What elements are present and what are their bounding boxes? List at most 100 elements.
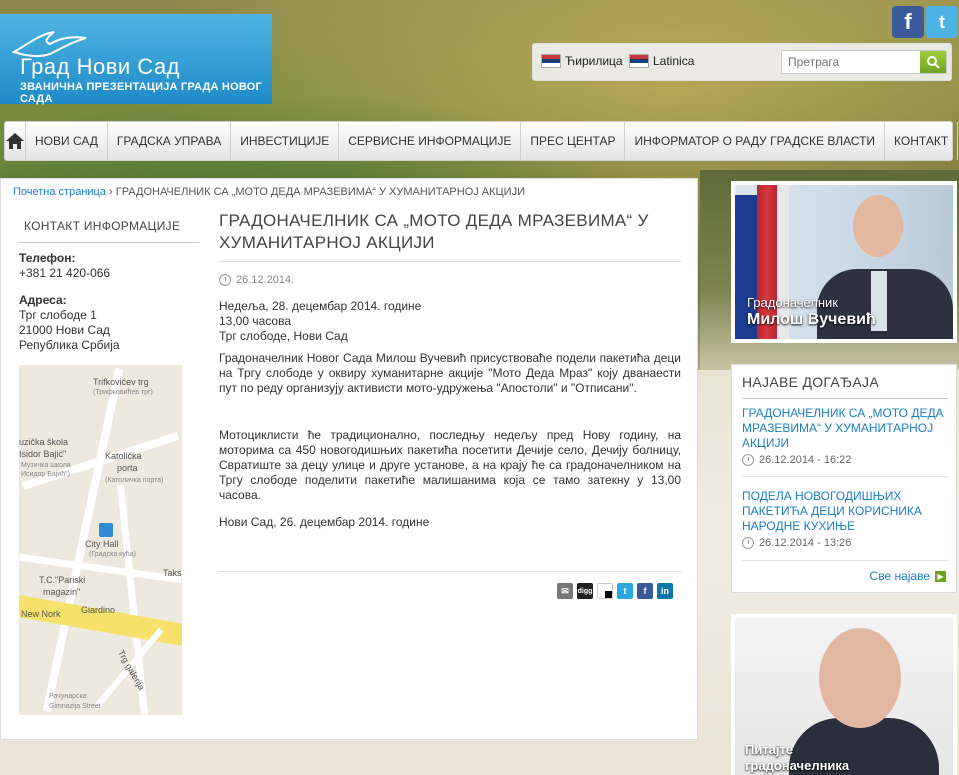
linkedin-share-icon[interactable]: in xyxy=(657,583,673,599)
article-paragraph: Градоначелник Новог Сада Милош Вучевић п… xyxy=(219,351,681,395)
map-main-road xyxy=(19,593,182,649)
event-date: 26.12.2014 - 13:26 xyxy=(742,537,851,549)
all-events-link[interactable]: Све најаве ▶ xyxy=(870,569,946,583)
map-label: uzička škola xyxy=(19,437,69,447)
lang-latin-link[interactable]: Latinica xyxy=(629,54,694,68)
all-events-label: Све најаве xyxy=(869,569,930,583)
city-hall-marker-icon[interactable] xyxy=(99,523,113,537)
phone-label: Телефон: xyxy=(19,251,76,265)
clock-icon xyxy=(742,454,754,466)
mayor-role: Градоначелник xyxy=(747,295,838,310)
event-time-line: 13,00 часова xyxy=(219,314,292,328)
delicious-icon[interactable] xyxy=(597,583,613,599)
search-icon xyxy=(927,56,940,69)
location-map[interactable]: Trifkovićev trg (Трифковићев трг) uzička… xyxy=(19,365,182,715)
map-label: City Hall xyxy=(85,539,119,549)
search-input[interactable] xyxy=(782,51,918,73)
mayor-card[interactable]: Градоначелник Милош Вучевић xyxy=(731,181,957,343)
facebook-icon[interactable]: f xyxy=(892,6,924,38)
map-label: Katolička xyxy=(105,451,142,461)
event-date-value: 26.12.2014 - 13:26 xyxy=(759,537,852,549)
contact-phone: Телефон: +381 21 420-066 xyxy=(19,251,110,281)
article-title: ГРАДОНАЧЕЛНИК СА „МОТО ДЕДА МРАЗЕВИМА“ У… xyxy=(219,211,649,252)
lang-cyrillic-label: Ћирилица xyxy=(565,54,623,68)
social-links: f t xyxy=(892,6,958,38)
nav-servisne-informacije[interactable]: СЕРВИСНЕ ИНФОРМАЦИЈЕ xyxy=(339,122,522,160)
nav-novi-sad[interactable]: НОВИ САД xyxy=(26,122,108,160)
contact-address: Адреса: Трг слободе 1 21000 Нови Сад Реп… xyxy=(19,293,120,353)
logo-title: Град Нови Сад xyxy=(20,54,181,79)
ask-line2: градоначелника xyxy=(745,758,850,773)
event-date-value: 26.12.2014 - 16:22 xyxy=(759,454,852,466)
address-label: Адреса: xyxy=(19,293,67,307)
divider xyxy=(742,560,948,561)
site-logo[interactable]: Град Нови Сад ЗВАНИЧНА ПРЕЗЕНТАЦИЈА ГРАД… xyxy=(0,14,272,105)
map-label: (Градска кућа) xyxy=(89,551,136,558)
main-content: Почетна страница › ГРАДОНАЧЕЛНИК СА „МОТ… xyxy=(0,178,698,740)
facebook-share-icon[interactable]: f xyxy=(637,583,653,599)
events-heading: НАЈАВЕ ДОГАЂАЈА xyxy=(742,374,948,399)
contact-heading: КОНТАКТ ИНФОРМАЦИЈЕ xyxy=(19,216,199,243)
share-bar: ✉ digg t f in xyxy=(557,583,673,599)
search-button[interactable] xyxy=(920,51,946,73)
serbian-flag-icon xyxy=(629,54,649,68)
serbian-flag-icon xyxy=(541,54,561,68)
nav-gradska-uprava[interactable]: ГРАДСКА УПРАВА xyxy=(108,122,232,160)
ask-head xyxy=(819,628,901,728)
lang-cyrillic-link[interactable]: Ћирилица xyxy=(541,54,623,68)
ask-mayor-card[interactable]: Питајте градоначелника xyxy=(731,614,957,775)
nav-informator[interactable]: ИНФОРМАТОР О РАДУ ГРАДСКЕ ВЛАСТИ xyxy=(625,122,886,160)
address-line: Трг слободе 1 xyxy=(19,308,97,322)
event-place-line: Трг слободе, Нови Сад xyxy=(219,329,348,343)
event-link[interactable]: ГРАДОНАЧЕЛНИК СА „МОТО ДЕДА МРАЗЕВИМА“ У… xyxy=(742,406,948,451)
event-date-line: Недеља, 28. децембар 2014. године xyxy=(219,299,422,313)
nav-kontakt[interactable]: КОНТАКТ xyxy=(885,122,959,160)
arrow-right-icon: ▶ xyxy=(935,570,946,582)
clock-icon xyxy=(219,274,231,286)
map-label: porta xyxy=(117,463,138,473)
twitter-icon[interactable]: t xyxy=(926,6,958,38)
article-paragraph: Мотоциклисти ће традиционално, последњу … xyxy=(219,428,681,502)
ask-line1: Питајте xyxy=(745,742,794,757)
map-label: Исидор Бајић") xyxy=(21,471,70,478)
language-search-bar: Ћирилица Latinica xyxy=(532,43,952,81)
events-panel: НАЈАВЕ ДОГАЂАЈА ГРАДОНАЧЕЛНИК СА „МОТО Д… xyxy=(731,364,957,593)
divider xyxy=(219,571,681,572)
divider xyxy=(219,261,681,262)
digg-icon[interactable]: digg xyxy=(577,583,593,599)
article-signature: Нови Сад, 26. децембар 2014. године xyxy=(219,515,430,529)
map-label: (Трифковићев трг) xyxy=(93,389,153,396)
nav-home[interactable] xyxy=(5,122,26,160)
clock-icon xyxy=(742,537,754,549)
search-box xyxy=(781,50,947,74)
mayor-head xyxy=(853,195,903,257)
map-label: magazin" xyxy=(43,587,81,597)
ask-mayor-caption: Питајте градоначелника xyxy=(745,742,849,774)
breadcrumb-home-link[interactable]: Почетна страница xyxy=(13,186,106,198)
divider xyxy=(742,476,948,477)
ask-mayor-photo: Питајте градоначелника xyxy=(735,618,953,775)
twitter-share-icon[interactable]: t xyxy=(617,583,633,599)
map-label: Taks xyxy=(163,568,182,578)
map-label: Рачунарска xyxy=(49,693,87,700)
article-date: 26.12.2014. xyxy=(219,274,294,286)
map-label: T.C."Pariski xyxy=(39,575,86,585)
mayor-photo: Градоначелник Милош Вучевић xyxy=(735,185,953,339)
mayor-name: Милош Вучевић xyxy=(747,311,876,328)
map-label: Музичка школа xyxy=(21,462,71,469)
lang-latin-label: Latinica xyxy=(653,54,695,68)
home-icon xyxy=(6,133,24,149)
map-label: Trifkovićev trg xyxy=(93,377,149,387)
nav-pres-centar[interactable]: ПРЕС ЦЕНТАР xyxy=(521,122,626,160)
event-link[interactable]: ПОДЕЛА НОВОГОДИШЊИХ ПАКЕТИЋА ДЕЦИ КОРИСН… xyxy=(742,489,948,534)
map-label: (Католичка порта) xyxy=(105,477,164,484)
nav-investicije[interactable]: ИНВЕСТИЦИЈЕ xyxy=(231,122,340,160)
email-icon[interactable]: ✉ xyxy=(557,583,573,599)
article-date-value: 26.12.2014. xyxy=(236,274,295,286)
address-line: Република Србија xyxy=(19,338,120,352)
map-label: Isidor Bajić" xyxy=(19,449,67,459)
map-label: New Nork xyxy=(21,609,61,619)
map-label: Gimnazija Street xyxy=(49,703,101,710)
event-date: 26.12.2014 - 16:22 xyxy=(742,454,851,466)
article-event-info: Недеља, 28. децембар 2014. године 13,00 … xyxy=(219,299,681,344)
